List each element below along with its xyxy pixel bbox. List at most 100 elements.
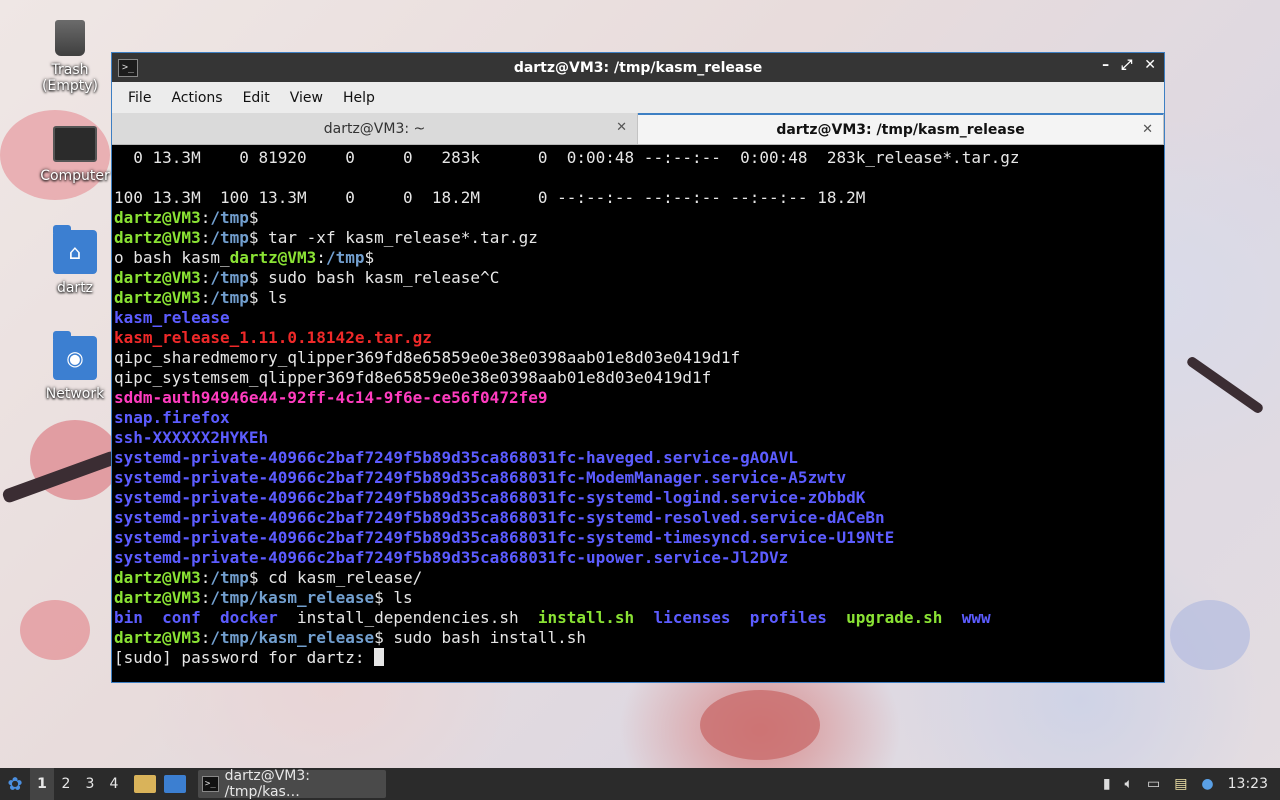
menu-file[interactable]: File xyxy=(118,90,161,106)
tab-bar: dartz@VM3: ~ ✕ dartz@VM3: /tmp/kasm_rele… xyxy=(112,113,1164,145)
window-titlebar[interactable]: >_ dartz@VM3: /tmp/kasm_release – ⤢ ✕ xyxy=(112,53,1164,82)
battery-icon[interactable]: ▮ xyxy=(1103,776,1111,792)
terminal-text: : xyxy=(316,248,326,267)
show-desktop-icon[interactable] xyxy=(164,775,186,793)
taskbar-item-label: dartz@VM3: /tmp/kas… xyxy=(224,768,311,800)
desktop-icon-home[interactable]: ⌂ dartz xyxy=(35,225,115,296)
terminal-cursor xyxy=(374,648,385,666)
terminal-text: qipc_sharedmemory_qlipper369fd8e65859e0e… xyxy=(114,348,741,367)
tab-label: dartz@VM3: ~ xyxy=(323,120,426,137)
terminal-text: dartz@VM3 xyxy=(114,288,201,307)
clipboard-icon[interactable]: ▤ xyxy=(1174,776,1187,792)
terminal-line: systemd-private-40966c2baf7249f5b89d35ca… xyxy=(114,508,1164,528)
terminal-text: $ xyxy=(248,208,259,227)
terminal-line: systemd-private-40966c2baf7249f5b89d35ca… xyxy=(114,528,1164,548)
wallpaper-branch xyxy=(1185,355,1265,415)
wallpaper-blossom xyxy=(700,690,820,760)
close-button[interactable]: ✕ xyxy=(1144,57,1156,73)
terminal-text: : xyxy=(200,588,211,607)
terminal-text: $ ls xyxy=(374,588,413,607)
terminal-text: /tmp xyxy=(210,208,249,227)
tab-close-icon[interactable]: ✕ xyxy=(1142,122,1153,137)
terminal-text: $ ls xyxy=(248,288,288,307)
terminal-line: systemd-private-40966c2baf7249f5b89d35ca… xyxy=(114,548,1164,568)
terminal-text: dartz@VM3 xyxy=(114,208,201,227)
desktop-icon-trash[interactable]: Trash (Empty) xyxy=(30,14,110,94)
terminal-line: dartz@VM3:/tmp$ cd kasm_release/ xyxy=(114,568,1164,588)
terminal-text: install.sh xyxy=(537,608,635,627)
desktop-icon-label: dartz xyxy=(56,280,94,296)
terminal-text: qipc_systemsem_qlipper369fd8e65859e0e38e… xyxy=(114,368,712,387)
terminal-text: dartz@VM3 xyxy=(114,568,201,587)
terminal-text: kasm_release xyxy=(114,308,230,327)
taskbar-item-terminal[interactable]: >_ dartz@VM3: /tmp/kas… xyxy=(198,768,386,800)
terminal-line: kasm_release_1.11.0.18142e.tar.gz xyxy=(114,328,1164,348)
terminal-line: dartz@VM3:/tmp/kasm_release$ sudo bash i… xyxy=(114,628,1164,648)
menu-help[interactable]: Help xyxy=(333,90,385,106)
workspace-2[interactable]: 2 xyxy=(54,768,78,800)
file-manager-icon[interactable] xyxy=(134,775,156,793)
terminal-text: systemd-private-40966c2baf7249f5b89d35ca… xyxy=(114,548,789,567)
terminal-text: dartz@VM3 xyxy=(114,588,201,607)
menu-bar: File Actions Edit View Help xyxy=(112,82,1164,113)
terminal-icon: >_ xyxy=(202,776,219,792)
terminal-line: snap.firefox xyxy=(114,408,1164,428)
terminal-text: docker xyxy=(219,608,278,627)
desktop-icon-label: Trash (Empty) xyxy=(41,62,99,94)
terminal-text: systemd-private-40966c2baf7249f5b89d35ca… xyxy=(114,448,798,467)
clock[interactable]: 13:23 xyxy=(1228,776,1268,792)
terminal-text: o bash kasm_ xyxy=(114,248,230,267)
terminal-text: systemd-private-40966c2baf7249f5b89d35ca… xyxy=(114,508,885,527)
terminal-line: systemd-private-40966c2baf7249f5b89d35ca… xyxy=(114,448,1164,468)
terminal-line: kasm_release xyxy=(114,308,1164,328)
tab-home[interactable]: dartz@VM3: ~ ✕ xyxy=(112,113,638,144)
menu-actions[interactable]: Actions xyxy=(161,90,232,106)
terminal-text: conf xyxy=(162,608,201,627)
terminal-line: dartz@VM3:/tmp$ sudo bash kasm_release^C xyxy=(114,268,1164,288)
terminal-line: dartz@VM3:/tmp$ tar -xf kasm_release*.ta… xyxy=(114,228,1164,248)
terminal-output[interactable]: 0 13.3M 0 81920 0 0 283k 0 0:00:48 --:--… xyxy=(112,145,1164,682)
terminal-window[interactable]: >_ dartz@VM3: /tmp/kasm_release – ⤢ ✕ Fi… xyxy=(111,52,1165,683)
workspace-4[interactable]: 4 xyxy=(102,768,126,800)
terminal-line: o bash kasm_dartz@VM3:/tmp$ xyxy=(114,248,1164,268)
terminal-text: : xyxy=(200,208,211,227)
terminal-line: 0 13.3M 0 81920 0 0 283k 0 0:00:48 --:--… xyxy=(114,148,1164,168)
tab-close-icon[interactable]: ✕ xyxy=(616,120,627,135)
terminal-text: /tmp xyxy=(210,228,249,247)
terminal-text: $ tar -xf kasm_release*.tar.gz xyxy=(248,228,538,247)
workspace-3[interactable]: 3 xyxy=(78,768,102,800)
terminal-text: profiles xyxy=(749,608,827,627)
terminal-text: /tmp xyxy=(325,248,365,267)
terminal-text: install_dependencies.sh xyxy=(277,608,538,627)
terminal-text: 100 13.3M 100 13.3M 0 0 18.2M 0 --:--:--… xyxy=(114,188,866,207)
volume-icon[interactable]: 🔈︎ xyxy=(1125,776,1133,792)
maximize-button[interactable]: ⤢ xyxy=(1121,57,1132,73)
terminal-text: $ xyxy=(364,248,375,267)
terminal-line: systemd-private-40966c2baf7249f5b89d35ca… xyxy=(114,488,1164,508)
window-title: dartz@VM3: /tmp/kasm_release xyxy=(513,59,763,76)
terminal-line: bin conf docker install_dependencies.sh … xyxy=(114,608,1164,628)
wallpaper-blossom xyxy=(1170,600,1250,670)
menu-edit[interactable]: Edit xyxy=(233,90,280,106)
computer-icon xyxy=(53,126,97,162)
terminal-text: : xyxy=(200,288,211,307)
terminal-app-icon[interactable]: >_ xyxy=(118,59,138,77)
minimize-button[interactable]: – xyxy=(1102,57,1109,73)
trash-icon xyxy=(55,20,85,56)
terminal-line: [sudo] password for dartz: xyxy=(114,648,1164,668)
workspace-1[interactable]: 1 xyxy=(30,768,54,800)
desktop-icon-network[interactable]: ◉ Network xyxy=(35,331,115,402)
start-menu-icon[interactable]: ✿ xyxy=(0,768,30,800)
screen-icon[interactable]: ▭ xyxy=(1147,776,1160,792)
update-notifier-icon[interactable]: ● xyxy=(1201,776,1213,792)
terminal-line: dartz@VM3:/tmp$ ls xyxy=(114,288,1164,308)
terminal-text: ssh-XXXXXX2HYKEh xyxy=(114,428,269,447)
taskbar: ✿ 1 2 3 4 >_ dartz@VM3: /tmp/kas… ▮ 🔈︎ ▭… xyxy=(0,768,1280,800)
tab-kasm-release[interactable]: dartz@VM3: /tmp/kasm_release ✕ xyxy=(638,113,1164,144)
menu-view[interactable]: View xyxy=(280,90,333,106)
desktop-icon-computer[interactable]: Computer xyxy=(35,118,115,184)
